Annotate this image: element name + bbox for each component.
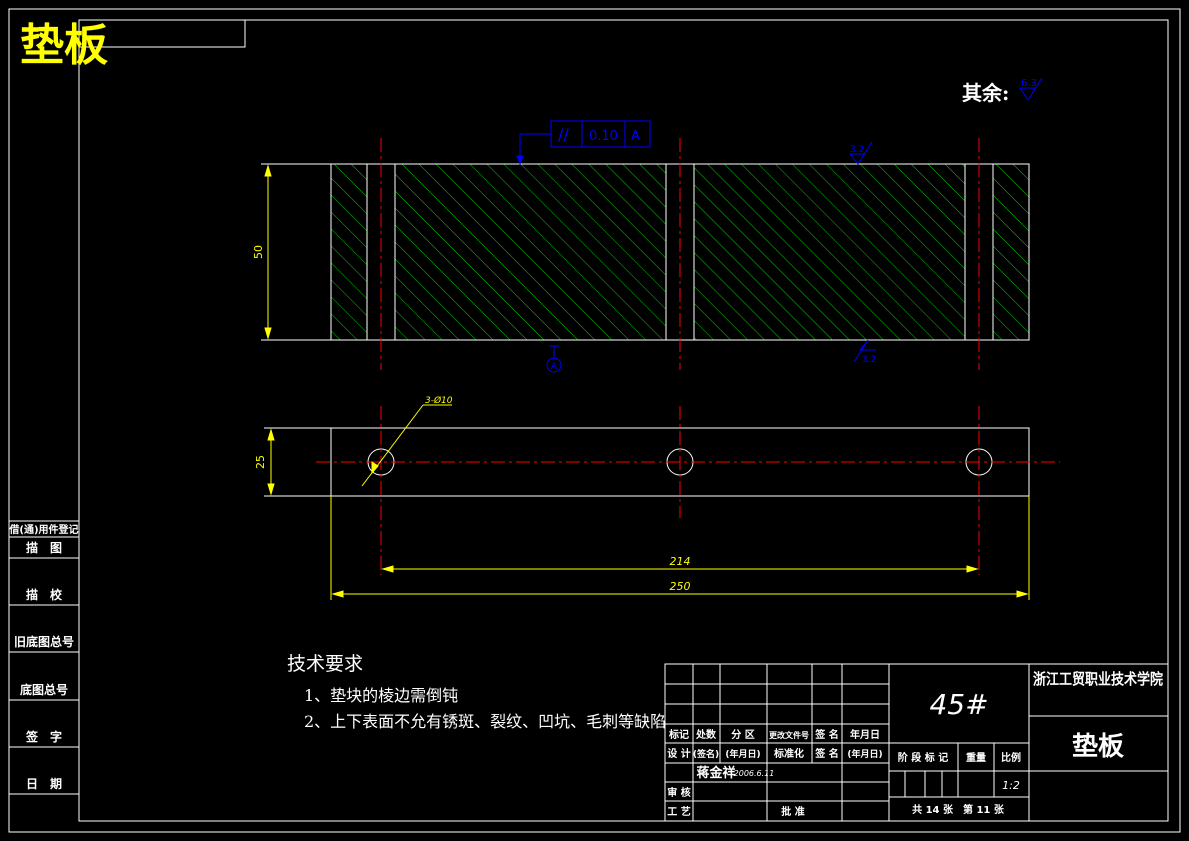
- tech-item-2: 2、上下表面不允有锈斑、裂纹、凹坑、毛刺等缺陷: [304, 712, 666, 731]
- tb-school: 浙江工贸职业技术学院: [1033, 670, 1163, 688]
- tb-review: 审 核: [667, 786, 690, 799]
- tolerance-symbol: //: [558, 125, 569, 144]
- side-label-base-number: 底图总号: [20, 682, 68, 697]
- side-label-trace: 描 图: [26, 540, 62, 555]
- cad-drawing: 垫板 借(通)用件登记 描 图 描 校 旧底图总号 底图总号 签 字 日 期 其…: [8, 8, 1181, 833]
- dim-pitch: 214: [670, 555, 691, 568]
- dim-height-top: 25: [254, 455, 267, 469]
- tb-header-sign: 签 名: [814, 728, 838, 741]
- roughness-bottom-value: 3.2: [862, 355, 876, 365]
- roughness-other-value: 6.3: [1021, 78, 1037, 89]
- tb-sheets: 共 14 张 第 11 张: [912, 803, 1005, 816]
- tb-material: 45#: [929, 688, 988, 721]
- datum-label: A: [551, 362, 558, 372]
- front-view: [261, 138, 1030, 370]
- roughness-top-value: 3.2: [850, 145, 864, 155]
- tolerance-value: 0.10: [589, 129, 618, 144]
- tech-item-1: 1、垫块的棱边需倒钝: [304, 686, 458, 705]
- side-label-register: 借(通)用件登记: [8, 523, 78, 536]
- tb-stage-label: 阶 段 标 记: [898, 751, 948, 764]
- side-label-old-number: 旧底图总号: [14, 634, 74, 649]
- tb-design-date-value: 2006.6.11: [734, 769, 775, 778]
- tb-scale-label: 比例: [1001, 751, 1021, 764]
- tb-weight-label: 重量: [966, 751, 986, 764]
- roughness-other-label: 其余:: [962, 81, 1009, 105]
- tb-scale-value: 1:2: [1002, 779, 1020, 792]
- tb-standard-date: (年月日): [847, 748, 882, 760]
- tb-design: 设 计: [667, 747, 690, 760]
- tb-design-sign: (签名): [693, 748, 719, 760]
- dim-length: 250: [670, 580, 691, 593]
- tb-approve: 批 准: [781, 805, 804, 818]
- tb-part-name: 垫板: [1072, 732, 1124, 762]
- tb-process: 工 艺: [667, 805, 690, 818]
- tb-standard: 标准化: [773, 747, 804, 760]
- dim-holes: 3-Ø10: [425, 395, 453, 406]
- side-label-date: 日 期: [26, 776, 62, 791]
- tb-standard-sign: 签 名: [814, 747, 838, 760]
- drawing-title: 垫板: [20, 20, 108, 71]
- side-panel: [9, 520, 79, 795]
- top-view: [264, 404, 1060, 600]
- tb-header-date: 年月日: [850, 728, 880, 741]
- tolerance-datum: A: [631, 129, 640, 144]
- tb-design-date: (年月日): [725, 748, 760, 760]
- tb-designer-name: 蒋金祥: [696, 765, 735, 781]
- tb-header-file: 更改文件号: [769, 730, 809, 740]
- side-label-sign: 签 字: [25, 729, 62, 744]
- tb-header-count: 处数: [695, 728, 717, 741]
- tech-heading: 技术要求: [287, 653, 363, 675]
- tb-header-mark: 标记: [668, 728, 689, 741]
- side-panel-labels: 借(通)用件登记 描 图 描 校 旧底图总号 底图总号 签 字 日 期: [8, 523, 78, 791]
- side-label-check: 描 校: [26, 587, 63, 602]
- tb-header-zone: 分 区: [731, 728, 754, 741]
- dim-height-front: 50: [252, 245, 265, 259]
